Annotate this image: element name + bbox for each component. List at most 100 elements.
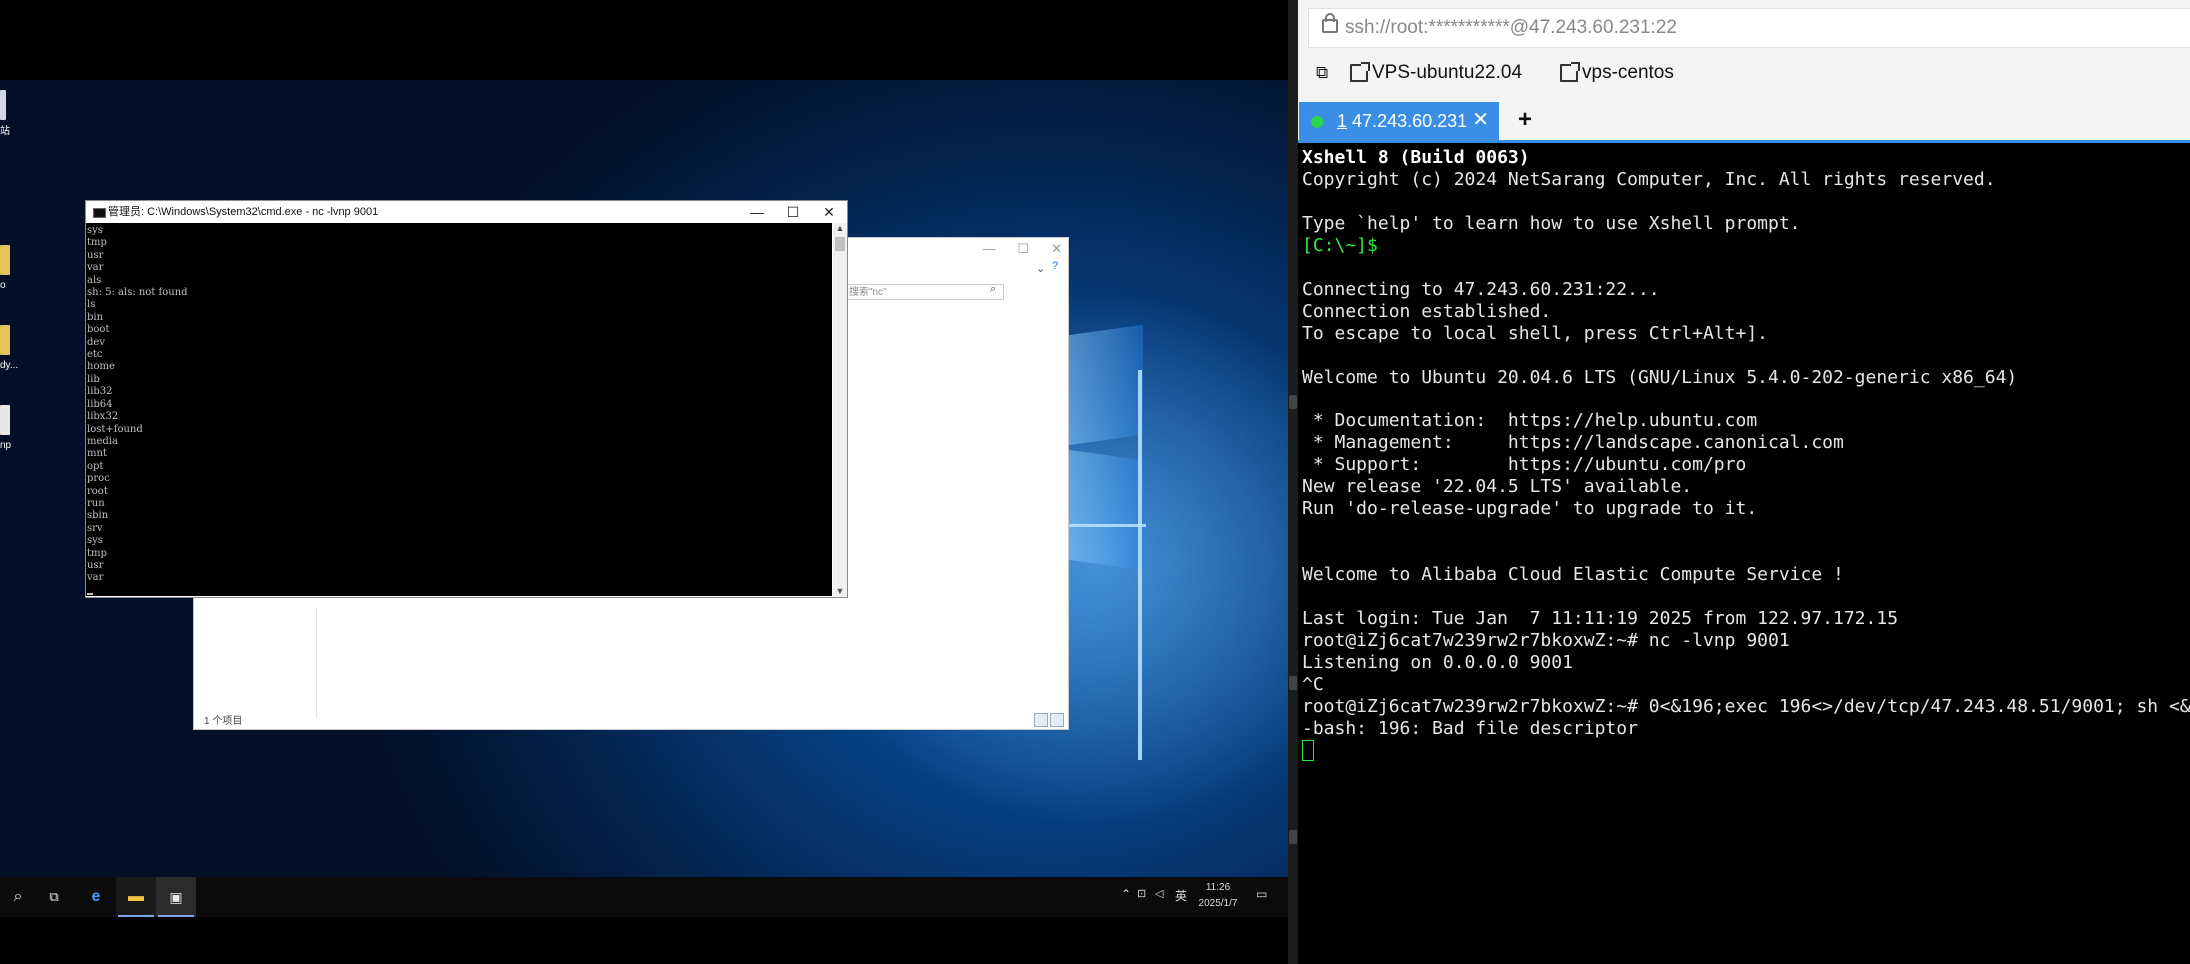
notification-icon[interactable]: ▭	[1256, 887, 1267, 901]
session-tab-bar: 1 47.243.60.231 ✕ +	[1298, 100, 2190, 142]
console-line: sys	[87, 535, 103, 547]
cmd-window-controls: — ☐ ✕	[739, 201, 847, 223]
details-view-icon[interactable]	[1034, 713, 1048, 727]
cmd-window-title: 管理员: C:\Windows\System32\cmd.exe - nc -l…	[108, 206, 379, 218]
desktop-icon-label: 站	[0, 126, 10, 137]
chevron-up-icon[interactable]: ⌃	[1121, 887, 1131, 901]
splitter-handle[interactable]	[1289, 830, 1297, 844]
maximize-button[interactable]: ☐	[775, 201, 811, 223]
split-separator[interactable]	[1288, 0, 1298, 964]
terminal-line: Connecting to 47.243.60.231:22...	[1302, 278, 1660, 300]
ime-indicator[interactable]: 英	[1175, 887, 1187, 904]
console-line: home	[87, 361, 115, 373]
session-tab-label: 1 47.243.60.231	[1337, 110, 1467, 132]
quick-link-vps-centos[interactable]: vps-centos	[1582, 61, 1674, 85]
cmd-icon	[93, 208, 106, 218]
cmd-console-output[interactable]: sys tmp usr var als sh: 5: als: not found ls bi…	[86, 223, 832, 596]
network-icon[interactable]: ⊡	[1137, 887, 1146, 900]
console-line: etc	[87, 349, 103, 361]
taskbar-clock[interactable]: 11:26 2025/1/7	[1196, 880, 1240, 912]
console-line: var	[87, 572, 104, 584]
console-line: bin	[87, 311, 104, 323]
console-line: boot	[87, 324, 110, 336]
terminal-line: Listening on 0.0.0.0 9001	[1302, 651, 1573, 673]
taskbar-item-indicator	[118, 915, 154, 917]
new-tab-button[interactable]: +	[1518, 106, 1532, 134]
session-manager-icon[interactable]: ⧉	[1316, 61, 1328, 85]
help-icon[interactable]: ?	[1052, 260, 1058, 272]
session-address[interactable]: ssh://root:***********@47.243.60.231:22	[1345, 17, 1677, 39]
ie-icon[interactable]: e	[84, 885, 108, 909]
task-view-icon[interactable]: ⧉	[42, 885, 66, 909]
splitter-handle[interactable]	[1289, 395, 1297, 409]
terminal-line: Connection established.	[1302, 300, 1552, 322]
scrollbar-thumb[interactable]	[835, 237, 845, 251]
lock-icon	[1322, 13, 1338, 33]
app-icon[interactable]	[0, 405, 10, 435]
console-line: lost+found	[87, 423, 143, 435]
terminal-line: root@iZj6cat7w239rw2r7bkoxwZ:~# nc -lvnp…	[1302, 629, 1790, 651]
console-line: sh: 5: als: not found	[87, 287, 188, 299]
file-explorer-icon[interactable]: ▬	[124, 885, 148, 909]
folder-icon[interactable]	[0, 325, 10, 355]
console-line: var	[87, 262, 104, 274]
console-line: lib	[87, 373, 100, 385]
quick-link-vps-ubuntu[interactable]: VPS-ubuntu22.04	[1372, 61, 1522, 85]
cmd-icon[interactable]: ▣	[164, 885, 188, 909]
wallpaper-logo-pane	[1068, 324, 1143, 446]
search-input[interactable]: 搜索"nc"	[844, 284, 1004, 300]
console-line: media	[87, 435, 118, 447]
console-line: run	[87, 497, 105, 509]
terminal-line: Welcome to Alibaba Cloud Elastic Compute…	[1302, 564, 1844, 586]
recycle-bin-icon[interactable]	[0, 90, 6, 120]
terminal-line: Xshell 8 (Build 0063)	[1302, 147, 1530, 168]
wallpaper-logo-edge	[1138, 370, 1142, 760]
session-tab[interactable]: 1 47.243.60.231 ✕	[1299, 102, 1499, 140]
scroll-down-icon[interactable]: ▼	[833, 586, 847, 596]
session-address-bar[interactable]: ssh://root:***********@47.243.60.231:22	[1308, 8, 2190, 48]
search-icon[interactable]: ⌕	[6, 885, 30, 909]
minimize-button[interactable]: —	[739, 201, 775, 223]
console-line: usr	[87, 559, 104, 571]
tab-index: 1	[1337, 111, 1348, 131]
console-text: sys tmp usr var als sh: 5: als: not found ls bi…	[86, 223, 832, 587]
maximize-button[interactable]: ☐	[1017, 238, 1029, 260]
console-line: libx32	[87, 411, 119, 423]
minimize-button[interactable]: —	[982, 238, 995, 260]
external-link-icon	[1560, 62, 1580, 82]
external-link-icon	[1350, 62, 1370, 82]
connected-status-icon	[1311, 116, 1323, 128]
console-line: usr	[87, 249, 104, 261]
console-line: dev	[87, 336, 105, 348]
explorer-window-controls: — ☐ ✕	[982, 238, 1062, 260]
chevron-down-icon[interactable]: ⌄	[1036, 262, 1045, 275]
scroll-up-icon[interactable]: ▲	[833, 223, 847, 233]
terminal-output[interactable]: Xshell 8 (Build 0063) Copyright (c) 2024 …	[1298, 143, 2190, 964]
console-line: lib32	[87, 386, 113, 398]
close-button[interactable]: ✕	[811, 201, 847, 223]
console-line: mnt	[87, 448, 107, 460]
cmd-title-bar[interactable]: 管理员: C:\Windows\System32\cmd.exe - nc -l…	[86, 201, 847, 223]
cmd-window[interactable]: 管理员: C:\Windows\System32\cmd.exe - nc -l…	[85, 200, 848, 598]
terminal-line: [C:\~]$	[1302, 234, 1378, 256]
clock-date: 2025/1/7	[1198, 898, 1238, 909]
tab-host: 47.243.60.231	[1352, 111, 1468, 131]
search-icon[interactable]: ⌕	[990, 283, 996, 296]
scrollbar[interactable]: ▲ ▼	[833, 223, 847, 596]
volume-icon[interactable]: ◁	[1155, 887, 1163, 900]
splitter-handle[interactable]	[1289, 676, 1297, 690]
terminal-line: -bash: 196: Bad file descriptor	[1302, 717, 1638, 739]
terminal-line: Welcome to Ubuntu 20.04.6 LTS (GNU/Linux…	[1302, 366, 2018, 388]
wallpaper-logo-pane	[1068, 449, 1143, 571]
terminal-line: Type `help' to learn how to use Xshell p…	[1302, 212, 1801, 234]
close-button[interactable]: ✕	[1051, 238, 1062, 260]
terminal-line: Copyright (c) 2024 NetSarang Computer, I…	[1302, 168, 1996, 190]
folder-icon[interactable]	[0, 245, 10, 275]
terminal-line: * Management: https://landscape.canonica…	[1302, 432, 1844, 454]
large-icons-view-icon[interactable]	[1050, 713, 1064, 727]
close-tab-button[interactable]: ✕	[1472, 109, 1489, 131]
text-cursor	[87, 593, 93, 595]
